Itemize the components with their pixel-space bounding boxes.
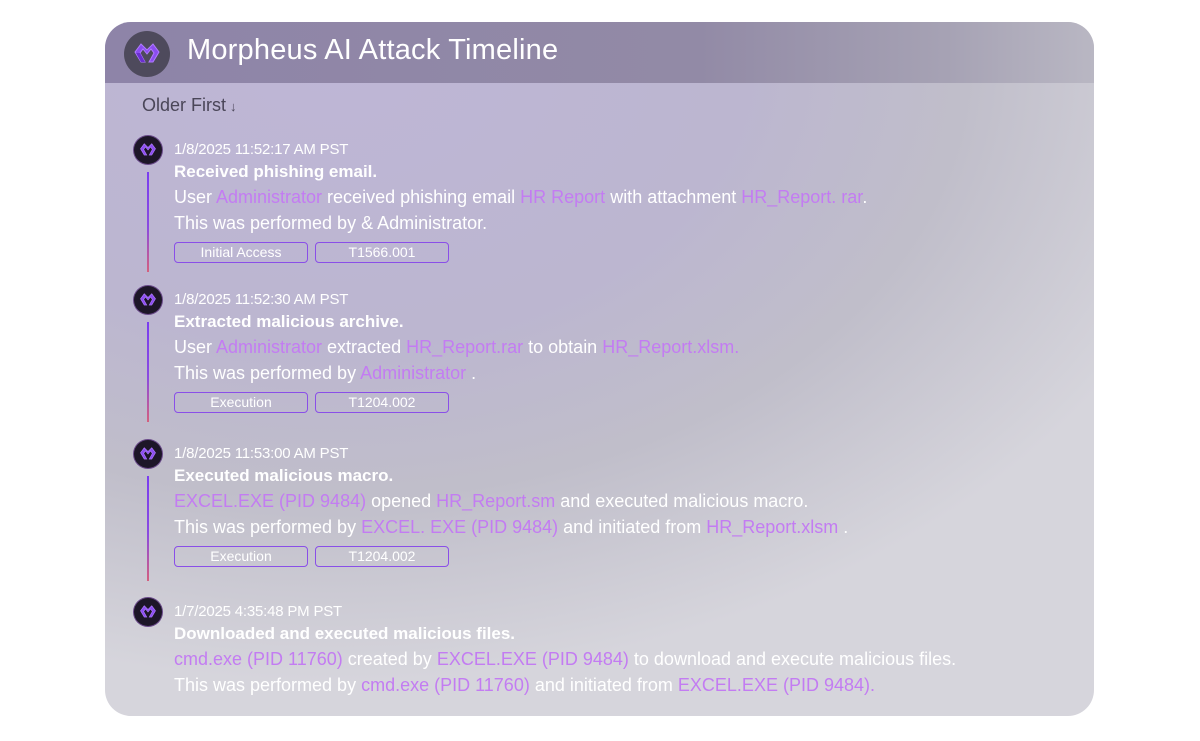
description-text: and initiated from: [558, 517, 707, 537]
event-performed-by: This was performed by Administrator .: [174, 360, 1074, 386]
event-title: Received phishing email.: [174, 162, 378, 181]
entity-link[interactable]: HR_Report.xlsm.: [602, 337, 739, 357]
timeline-connector: [147, 172, 149, 272]
tactic-tag[interactable]: Execution: [174, 546, 308, 567]
technique-tag[interactable]: T1204.002: [315, 546, 449, 567]
timeline-connector: [147, 476, 149, 581]
event-tags: Initial Access T1566.001: [174, 242, 1074, 263]
event-title: Executed malicious macro.: [174, 466, 394, 485]
entity-link[interactable]: Administrator: [216, 337, 322, 357]
entity-link[interactable]: HR_Report.xlsm: [706, 517, 838, 537]
event-tags: Execution T1204.002: [174, 392, 1074, 413]
event-performed-by: This was performed by EXCEL. EXE (PID 94…: [174, 514, 1074, 540]
entity-link[interactable]: HR Report: [520, 187, 605, 207]
description-text: to download and execute malicious files.: [628, 649, 957, 669]
event-timestamp: 1/8/2025 11:53:00 AM PST: [174, 445, 349, 462]
entity-link[interactable]: EXCEL.EXE (PID 9484).: [678, 675, 875, 695]
description-text: User: [174, 187, 217, 207]
event-logo-icon: [134, 440, 162, 468]
description-text: .: [838, 517, 849, 537]
event-logo-icon: [134, 136, 162, 164]
entity-link[interactable]: HR_Report.rar: [406, 337, 523, 357]
event-body: 1/8/2025 11:52:17 AM PST Received phishi…: [174, 136, 1074, 263]
description-text: and initiated from: [529, 675, 678, 695]
event-body: 1/8/2025 11:52:30 AM PST Extracted malic…: [174, 286, 1074, 413]
tactic-tag[interactable]: Execution: [174, 392, 308, 413]
event-body: 1/8/2025 11:53:00 AM PST Executed malici…: [174, 440, 1074, 567]
description-text: This was performed by & Administrator.: [174, 213, 488, 233]
description-text: received phishing email: [322, 187, 521, 207]
event-description: EXCEL.EXE (PID 9484) opened HR_Report.sm…: [174, 488, 1074, 514]
description-text: to obtain: [523, 337, 603, 357]
entity-link[interactable]: cmd.exe (PID 11760): [174, 649, 343, 669]
entity-link[interactable]: Administrator: [360, 363, 466, 383]
entity-link[interactable]: EXCEL.EXE (PID 9484): [437, 649, 629, 669]
event-timestamp: 1/8/2025 11:52:17 AM PST: [174, 141, 349, 158]
description-text: .: [862, 187, 868, 207]
description-text: with attachment: [605, 187, 742, 207]
event-timestamp: 1/8/2025 11:52:30 AM PST: [174, 291, 349, 308]
event-performed-by: This was performed by & Administrator.: [174, 210, 1074, 236]
event-logo-icon: [134, 598, 162, 626]
attack-timeline-card: Morpheus AI Attack Timeline Older First ↓…: [105, 22, 1094, 716]
entity-link[interactable]: Administrator: [216, 187, 322, 207]
event-body: 1/7/2025 4:35:48 PM PST Downloaded and e…: [174, 598, 1074, 698]
timeline-connector: [147, 322, 149, 422]
description-text: This was performed by: [174, 675, 362, 695]
description-text: and executed malicious macro.: [555, 491, 809, 511]
event-description: cmd.exe (PID 11760) created by EXCEL.EXE…: [174, 646, 1074, 672]
morpheus-logo-icon: [124, 31, 170, 77]
tactic-tag[interactable]: Initial Access: [174, 242, 308, 263]
technique-tag[interactable]: T1566.001: [315, 242, 449, 263]
entity-link[interactable]: cmd.exe (PID 11760): [361, 675, 530, 695]
event-performed-by: This was performed by cmd.exe (PID 11760…: [174, 672, 1074, 698]
event-description: User Administrator extracted HR_Report.r…: [174, 334, 1074, 360]
sort-order-toggle[interactable]: Older First ↓: [142, 95, 237, 116]
event-timestamp: 1/7/2025 4:35:48 PM PST: [174, 603, 343, 620]
event-logo-icon: [134, 286, 162, 314]
entity-link[interactable]: HR_Report. rar: [741, 187, 862, 207]
page-title: Morpheus AI Attack Timeline: [187, 34, 559, 66]
entity-link[interactable]: EXCEL. EXE (PID 9484): [361, 517, 558, 537]
entity-link[interactable]: EXCEL.EXE (PID 9484): [174, 491, 366, 511]
description-text: User: [174, 337, 217, 357]
description-text: opened: [366, 491, 437, 511]
technique-tag[interactable]: T1204.002: [315, 392, 449, 413]
description-text: .: [466, 363, 477, 383]
entity-link[interactable]: HR_Report.sm: [436, 491, 555, 511]
description-text: This was performed by: [174, 363, 361, 383]
description-text: created by: [342, 649, 437, 669]
event-description: User Administrator received phishing ema…: [174, 184, 1074, 210]
sort-order-label: Older First: [142, 95, 227, 115]
event-title: Extracted malicious archive.: [174, 312, 404, 331]
description-text: This was performed by: [174, 517, 362, 537]
description-text: extracted: [322, 337, 407, 357]
timeline-header: Morpheus AI Attack Timeline: [105, 22, 1094, 83]
event-tags: Execution T1204.002: [174, 546, 1074, 567]
event-title: Downloaded and executed malicious files.: [174, 624, 516, 643]
arrow-down-icon: ↓: [230, 99, 237, 114]
